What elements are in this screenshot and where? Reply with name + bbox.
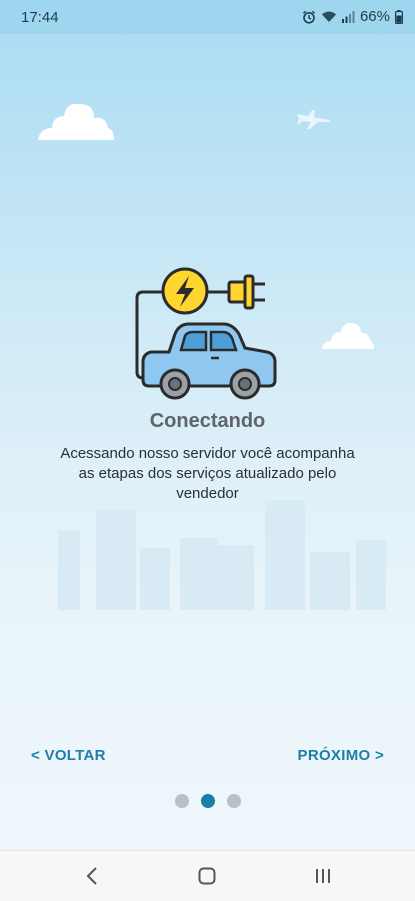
onboarding-description: Acessando nosso servidor você acompanha …: [60, 445, 355, 502]
cloud-icon: [322, 322, 374, 349]
page-dot-3[interactable]: [226, 794, 241, 808]
back-icon[interactable]: [80, 865, 104, 887]
status-bar: 17:44 66%: [0, 0, 415, 34]
next-button[interactable]: PRÓXIMO >: [298, 747, 384, 764]
onboarding-screen: 17:44 66% Conectando Acessando nosso ser…: [0, 0, 415, 850]
signal-icon: [341, 10, 355, 23]
electric-car-charging-icon: [135, 267, 277, 400]
battery-percentage: 66%: [359, 8, 390, 25]
cloud-icon: [38, 103, 114, 140]
alarm-icon: [302, 10, 316, 24]
status-icons: 66%: [302, 8, 403, 25]
battery-icon: [395, 9, 403, 24]
page-dot-2-active[interactable]: [200, 794, 215, 808]
page-dot-1[interactable]: [174, 794, 189, 808]
home-icon[interactable]: [195, 865, 219, 887]
onboarding-title: Conectando: [149, 410, 266, 432]
city-skyline: [58, 500, 386, 610]
page-indicator: [0, 794, 415, 808]
wifi-icon: [321, 10, 337, 23]
recent-apps-icon[interactable]: [311, 865, 335, 887]
airplane-icon: [297, 110, 331, 129]
system-navigation-bar: [0, 850, 415, 901]
back-button[interactable]: < VOLTAR: [31, 747, 106, 764]
status-time: 17:44: [21, 9, 59, 26]
